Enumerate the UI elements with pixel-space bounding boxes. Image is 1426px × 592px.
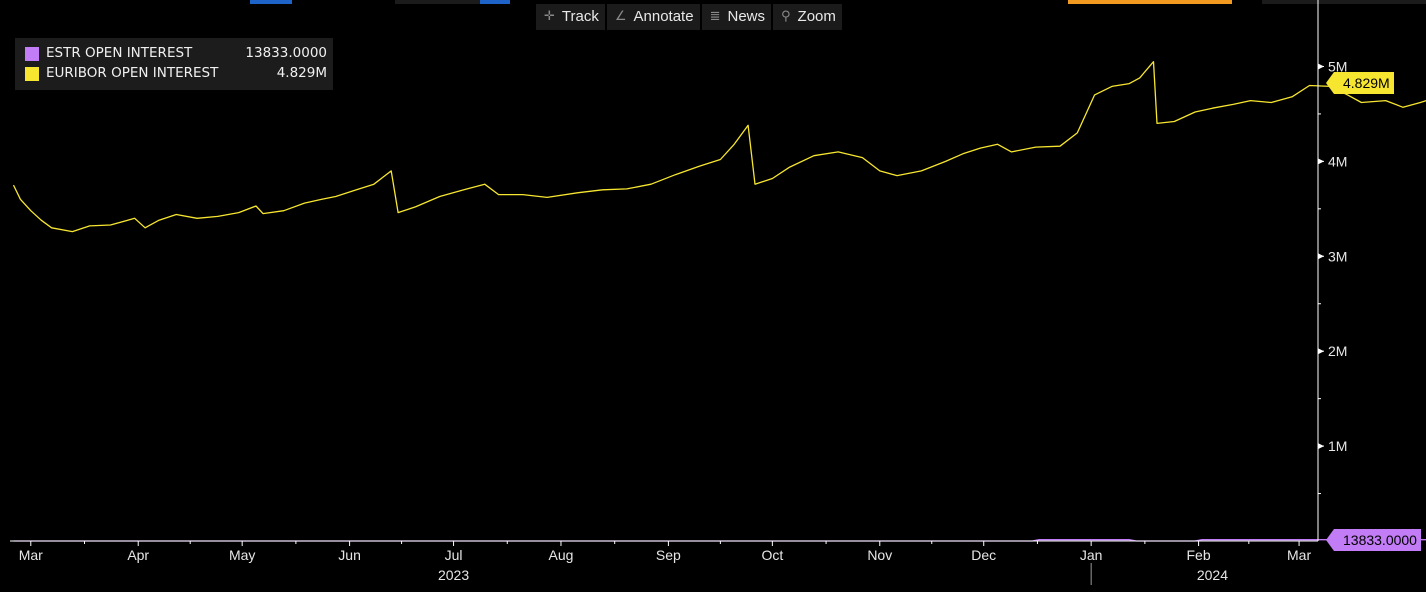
y-tick-label: 1M bbox=[1328, 438, 1347, 454]
chart-toolbar: ✛ Track ∠ Annotate ≣ News ⚲ Zoom bbox=[536, 4, 842, 30]
x-tick-label: Sep bbox=[656, 547, 681, 563]
legend-name-euribor: EURIBOR OPEN INTEREST bbox=[46, 65, 219, 81]
y-tick-group: 1M2M3M4M5M bbox=[1318, 58, 1347, 495]
zoom-button[interactable]: ⚲ Zoom bbox=[773, 4, 842, 30]
legend-name-estr: ESTR OPEN INTEREST bbox=[46, 45, 193, 61]
euribor-last-value-tag: 4.829M bbox=[1326, 71, 1394, 94]
x-year-label: 2023 bbox=[438, 567, 469, 583]
x-tick-label: Jun bbox=[338, 547, 361, 563]
legend-item-euribor[interactable]: EURIBOR OPEN INTEREST 4.829M bbox=[25, 65, 327, 83]
track-label: Track bbox=[561, 8, 599, 25]
x-tick-label: Nov bbox=[867, 547, 892, 563]
x-tick-label: Aug bbox=[549, 547, 574, 563]
legend-swatch-estr bbox=[25, 47, 39, 61]
y-tick-label: 3M bbox=[1328, 248, 1347, 264]
y-tick-arrow bbox=[1318, 348, 1324, 355]
pencil-line-icon: ∠ bbox=[614, 9, 627, 24]
y-tick-arrow bbox=[1318, 253, 1324, 260]
y-tick-label: 2M bbox=[1328, 343, 1347, 359]
news-list-icon: ≣ bbox=[709, 9, 721, 24]
magnifier-icon: ⚲ bbox=[781, 9, 791, 24]
x-tick-label: Mar bbox=[1287, 547, 1311, 563]
annotate-label: Annotate bbox=[633, 8, 694, 25]
estr-last-value-tag: 13833.0000 bbox=[1326, 528, 1421, 551]
legend-swatch-euribor bbox=[25, 67, 39, 81]
y-tick-arrow bbox=[1318, 63, 1324, 70]
x-tick-label: Jan bbox=[1080, 547, 1103, 563]
x-tick-group: Mar Apr May Jun Jul Aug Sep Oct Nov Dec Jan Feb Mar 2… bbox=[19, 541, 1311, 585]
x-tick-label: Apr bbox=[127, 547, 149, 563]
legend-value-estr: 13833.0000 bbox=[245, 45, 327, 61]
y-tick-arrow bbox=[1318, 158, 1324, 165]
x-tick-label: Dec bbox=[971, 547, 996, 563]
news-button[interactable]: ≣ News bbox=[701, 4, 771, 30]
track-button[interactable]: ✛ Track bbox=[536, 4, 605, 30]
news-label: News bbox=[727, 8, 765, 25]
y-tick-arrow bbox=[1318, 443, 1324, 450]
x-tick-label: Oct bbox=[761, 547, 783, 563]
crosshair-icon: ✛ bbox=[544, 9, 555, 24]
zoom-label: Zoom bbox=[797, 8, 836, 25]
annotate-button[interactable]: ∠ Annotate bbox=[606, 4, 700, 30]
x-tick-label: Jul bbox=[445, 547, 463, 563]
y-tick-label: 4M bbox=[1328, 153, 1347, 169]
x-tick-label: Feb bbox=[1187, 547, 1211, 563]
legend-value-euribor: 4.829M bbox=[276, 65, 327, 81]
x-tick-label: May bbox=[229, 547, 255, 563]
legend[interactable]: ESTR OPEN INTEREST 13833.0000 EURIBOR OP… bbox=[15, 38, 333, 90]
x-year-label: 2024 bbox=[1197, 567, 1228, 583]
x-tick-label: Mar bbox=[19, 547, 43, 563]
legend-item-estr[interactable]: ESTR OPEN INTEREST 13833.0000 bbox=[25, 45, 327, 63]
